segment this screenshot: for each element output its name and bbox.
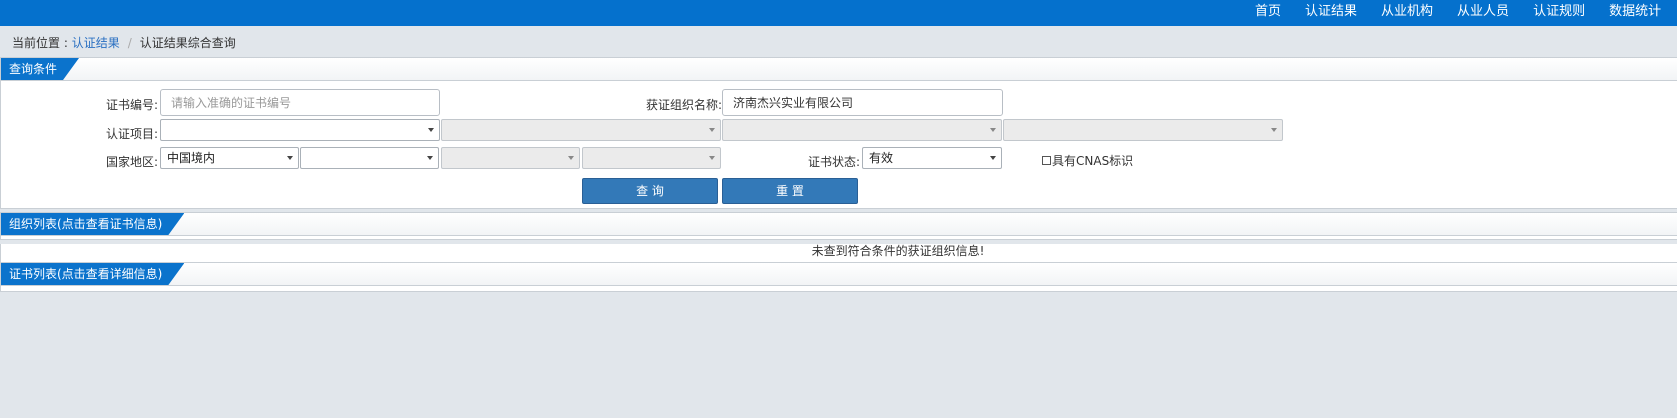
org-list-empty-message: 未查到符合条件的获证组织信息! — [0, 244, 1677, 262]
query-panel-title: 查询条件 — [1, 58, 79, 80]
status-label: 证书状态: — [808, 155, 861, 169]
breadcrumb-current: 认证结果综合查询 — [139, 36, 236, 50]
chevron-down-icon — [428, 128, 434, 132]
region-label: 国家地区: — [106, 155, 159, 169]
chevron-down-icon — [427, 156, 433, 160]
cert-no-input[interactable] — [160, 89, 440, 116]
cert-project-select-4[interactable] — [1003, 119, 1283, 141]
region-select-1-value: 中国境内 — [167, 151, 216, 165]
cnas-checkbox[interactable] — [1042, 156, 1051, 165]
cert-list-body — [0, 286, 1677, 292]
chevron-down-icon — [1271, 128, 1277, 132]
nav-cert-rules[interactable]: 认证规则 — [1533, 0, 1585, 26]
status-select-value: 有效 — [869, 151, 894, 165]
chevron-down-icon — [709, 156, 715, 160]
reset-button[interactable]: 重 置 — [722, 178, 858, 204]
status-select[interactable]: 有效 — [862, 147, 1002, 169]
org-list-body — [0, 236, 1677, 240]
region-select-1[interactable]: 中国境内 — [160, 147, 299, 169]
nav-practitioners[interactable]: 从业人员 — [1457, 0, 1509, 26]
org-list-header: 组织列表(点击查看证书信息) — [0, 212, 1677, 236]
nav-institutions[interactable]: 从业机构 — [1381, 0, 1433, 26]
nav-statistics[interactable]: 数据统计 — [1609, 0, 1661, 26]
chevron-down-icon — [990, 156, 996, 160]
breadcrumb-separator: / — [127, 36, 132, 50]
search-button[interactable]: 查 询 — [582, 178, 718, 204]
org-name-input[interactable] — [722, 89, 1003, 116]
nav-cert-results[interactable]: 认证结果 — [1305, 0, 1357, 26]
cert-no-label: 证书编号: — [106, 98, 159, 112]
region-select-4[interactable] — [582, 147, 721, 169]
top-nav: 首页 认证结果 从业机构 从业人员 认证规则 数据统计 — [1255, 0, 1677, 26]
cert-project-select-1[interactable] — [160, 119, 440, 141]
cnas-label: 具有CNAS标识 — [1052, 154, 1134, 168]
cnas-option: 具有CNAS标识 — [1042, 152, 1133, 169]
chevron-down-icon — [709, 128, 715, 132]
chevron-down-icon — [568, 156, 574, 160]
region-select-3[interactable] — [441, 147, 580, 169]
breadcrumb: 当前位置 : 认证结果 / 认证结果综合查询 — [12, 34, 236, 51]
breadcrumb-prefix: 当前位置 : — [12, 36, 72, 50]
chevron-down-icon — [287, 156, 293, 160]
cert-project-select-3[interactable] — [722, 119, 1002, 141]
query-panel-header: 查询条件 — [0, 57, 1677, 81]
cert-list-header: 证书列表(点击查看详细信息) — [0, 262, 1677, 286]
cert-list-title: 证书列表(点击查看详细信息) — [1, 263, 184, 285]
org-name-label: 获证组织名称: — [646, 98, 723, 112]
org-list-empty-text: 未查到符合条件的获证组织信息! — [811, 244, 985, 258]
nav-home[interactable]: 首页 — [1255, 0, 1281, 26]
breadcrumb-link[interactable]: 认证结果 — [72, 36, 120, 50]
org-list-title: 组织列表(点击查看证书信息) — [1, 213, 184, 235]
top-nav-bar: 首页 认证结果 从业机构 从业人员 认证规则 数据统计 — [0, 0, 1677, 26]
chevron-down-icon — [990, 128, 996, 132]
cert-project-select-2[interactable] — [441, 119, 721, 141]
region-select-2[interactable] — [300, 147, 439, 169]
cert-project-label: 认证项目: — [106, 127, 159, 141]
